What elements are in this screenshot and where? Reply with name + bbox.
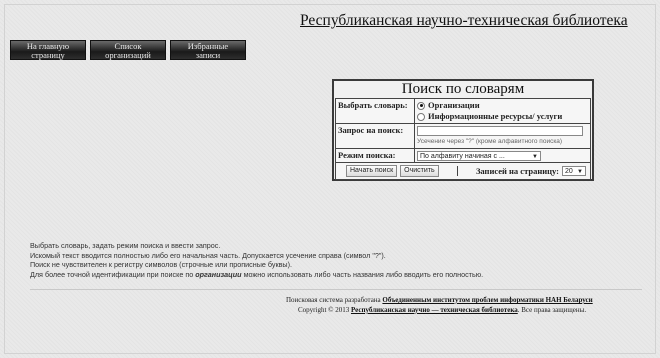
radio-organizations[interactable]: Организации bbox=[417, 100, 588, 111]
per-page-label: Записей на страницу: bbox=[475, 166, 559, 176]
search-mode-cell: По алфавиту начиная с ... ▼ bbox=[414, 148, 591, 163]
footer-institute-link[interactable]: Объединенным институтом проблем информат… bbox=[382, 296, 592, 304]
help-line-3: Поиск не чувствителен к регистру символо… bbox=[30, 260, 292, 270]
site-title[interactable]: Республиканская научно-техническая библи… bbox=[300, 12, 628, 30]
search-panel: Поиск по словарям Выбрать словарь: Орган… bbox=[332, 79, 594, 181]
per-page-value: 20 bbox=[565, 168, 573, 175]
footer-copyright: Copyright © 2013 bbox=[298, 306, 350, 314]
clear-button[interactable]: Очистить bbox=[400, 165, 439, 177]
search-mode-value: По алфавиту начиная с ... bbox=[420, 153, 505, 160]
actions-row: Начать поиск Очистить Записей на страниц… bbox=[335, 162, 591, 180]
nav-organizations-line2: организаций bbox=[105, 49, 151, 60]
dictionary-label: Выбрать словарь: bbox=[335, 98, 415, 124]
radio-information-resources[interactable]: Информационные ресурсы/ услуги bbox=[417, 111, 588, 122]
footer-library-link[interactable]: Республиканская научно — техническая биб… bbox=[351, 306, 518, 314]
nav-home-line2: страницу bbox=[31, 49, 65, 60]
help-line-4-bold: организации bbox=[195, 269, 242, 279]
nav-organizations-button[interactable]: Список организаций bbox=[90, 40, 166, 60]
search-panel-title: Поиск по словарям bbox=[401, 81, 525, 97]
dictionary-options: Организации Информационные ресурсы/ услу… bbox=[414, 98, 591, 124]
footer-line-1: Поисковая система разработана Объединенн… bbox=[286, 295, 593, 305]
help-line-4-pre: Для более точной идентификации при поиск… bbox=[30, 269, 196, 279]
footer-rights: . Все права защищены. bbox=[517, 306, 587, 314]
query-cell: Усечение через "?" (кроме алфавитного по… bbox=[414, 123, 591, 149]
footer-developed-by: Поисковая система разработана bbox=[286, 296, 381, 304]
start-search-button[interactable]: Начать поиск bbox=[346, 165, 398, 177]
nav-home-button[interactable]: На главную страницу bbox=[10, 40, 86, 60]
query-input[interactable] bbox=[417, 126, 583, 136]
help-line-4: Для более точной идентификации при поиск… bbox=[30, 270, 483, 280]
nav-favorites-line2: записи bbox=[195, 49, 221, 60]
nav-favorites-button[interactable]: Избранные записи bbox=[170, 40, 246, 60]
search-mode-select[interactable]: По алфавиту начиная с ... ▼ bbox=[417, 151, 541, 161]
radio-information-resources-icon[interactable] bbox=[417, 112, 425, 121]
search-mode-label: Режим поиска: bbox=[335, 148, 415, 163]
help-line-4-post: можно использовать либо часть названия л… bbox=[241, 269, 484, 279]
chevron-down-icon: ▼ bbox=[577, 169, 583, 175]
footer-line-2: Copyright © 2013 Республиканская научно … bbox=[286, 305, 593, 315]
query-label: Запрос на поиск: bbox=[335, 123, 415, 149]
chevron-down-icon: ▼ bbox=[532, 154, 538, 160]
radio-organizations-label: Организации bbox=[428, 100, 480, 110]
footer-divider bbox=[30, 289, 642, 290]
radio-organizations-icon[interactable] bbox=[417, 101, 425, 110]
help-line-1: Выбрать словарь, задать режим поиска и в… bbox=[30, 241, 221, 250]
help-line-2: Искомый текст вводится полностью либо ег… bbox=[30, 250, 386, 260]
per-page-select[interactable]: 20 ▼ bbox=[562, 166, 586, 176]
query-hint: Усечение через "?" (кроме алфавитного по… bbox=[417, 138, 563, 145]
radio-information-resources-label: Информационные ресурсы/ услуги bbox=[428, 111, 563, 121]
search-form-table: Выбрать словарь: Организации Информацион… bbox=[335, 98, 591, 180]
help-text: Выбрать словарь, задать режим поиска и в… bbox=[30, 241, 483, 279]
footer: Поисковая система разработана Объединенн… bbox=[286, 295, 593, 315]
